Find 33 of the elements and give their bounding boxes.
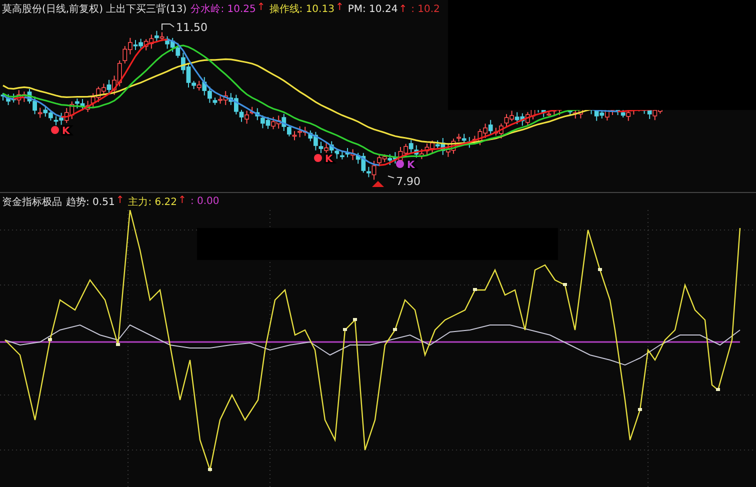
leader-line bbox=[162, 24, 174, 30]
point-marker-icon bbox=[638, 408, 642, 411]
up-arrow: ↑ bbox=[398, 4, 408, 14]
up-arrow: ↑ bbox=[178, 194, 186, 208]
indicator-value: : 10.2 bbox=[411, 4, 440, 14]
up-arrow: ↑ bbox=[116, 194, 124, 208]
indicator-value: PM: 10.24 bbox=[348, 4, 398, 14]
up-arrow: ↑ bbox=[335, 2, 344, 15]
point-marker-icon bbox=[598, 268, 602, 271]
point-marker-icon bbox=[716, 388, 720, 391]
triangle-icon bbox=[372, 181, 384, 187]
point-marker-icon bbox=[393, 328, 397, 331]
indicator-value: 趋势: 0.51 bbox=[66, 196, 115, 208]
indicator-value: 主力: 6.22 bbox=[128, 196, 178, 208]
indicator-value: 分水岭: 10.25 bbox=[190, 2, 256, 16]
price-label: 11.50 bbox=[176, 21, 208, 34]
point-marker-icon bbox=[116, 343, 120, 346]
point-marker-icon bbox=[208, 468, 212, 471]
indicator-value: : 0.00 bbox=[190, 196, 220, 207]
chart-title: 莫高股份(日线,前复权) 上出下买三背(13) bbox=[2, 2, 187, 16]
point-marker-icon bbox=[473, 288, 477, 291]
point-marker-icon bbox=[353, 318, 357, 321]
signal-label: K bbox=[325, 154, 333, 165]
signal-label: K bbox=[62, 126, 70, 137]
indicator-value: 操作线: 10.13 bbox=[269, 2, 334, 16]
leader-line bbox=[388, 176, 394, 178]
point-marker-icon bbox=[48, 338, 52, 341]
indicator-title: 资金指标极品 bbox=[2, 196, 62, 208]
point-marker-icon bbox=[563, 283, 567, 286]
price-label: 7.90 bbox=[396, 175, 420, 188]
point-marker-icon bbox=[343, 328, 347, 331]
signal-label: K bbox=[407, 160, 415, 171]
up-arrow: ↑ bbox=[256, 2, 266, 15]
